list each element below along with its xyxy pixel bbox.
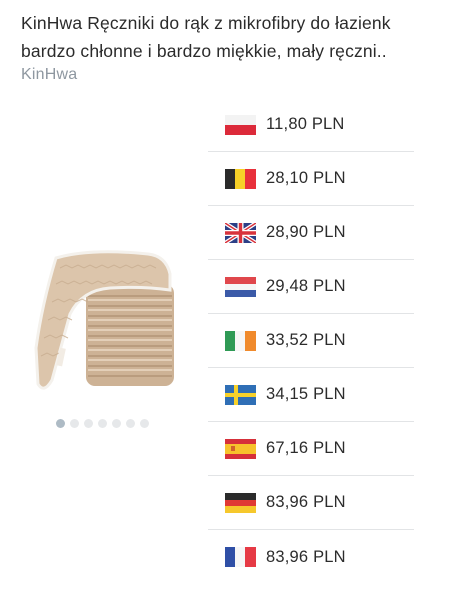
- brand-name[interactable]: KinHwa: [21, 66, 77, 84]
- price-row-ireland[interactable]: 33,52 PLN: [208, 314, 414, 368]
- netherlands-flag-icon: [225, 276, 256, 297]
- towel-stack-image: [34, 250, 174, 390]
- price-value: 28,90 PLN: [266, 223, 346, 241]
- france-flag-icon: [225, 547, 256, 567]
- carousel-dot-5[interactable]: [112, 419, 121, 428]
- price-row-belgium[interactable]: 28,10 PLN: [208, 152, 414, 206]
- price-row-sweden[interactable]: 34,15 PLN: [208, 368, 414, 422]
- carousel-dot-2[interactable]: [70, 419, 79, 428]
- carousel-dot-7[interactable]: [140, 419, 149, 428]
- ireland-flag-icon: [225, 330, 256, 351]
- image-carousel-dots[interactable]: [56, 419, 149, 428]
- price-value: 34,15 PLN: [266, 385, 346, 403]
- germany-flag-icon: [225, 492, 256, 513]
- product-title-line-1: KinHwa Ręczniki do rąk z mikrofibry do ł…: [21, 13, 391, 33]
- price-value: 28,10 PLN: [266, 169, 346, 187]
- carousel-dot-4[interactable]: [98, 419, 107, 428]
- price-row-netherlands[interactable]: 29,48 PLN: [208, 260, 414, 314]
- uk-flag-icon: [225, 222, 256, 243]
- price-value: 33,52 PLN: [266, 331, 346, 349]
- spain-flag-icon: [225, 438, 256, 459]
- carousel-dot-3[interactable]: [84, 419, 93, 428]
- product-title[interactable]: KinHwa Ręczniki do rąk z mikrofibry do ł…: [21, 9, 421, 65]
- price-comparison-list: 11,80 PLN 28,10 PLN 28,90 PLN 29,48 PLN …: [208, 98, 414, 584]
- price-row-germany[interactable]: 83,96 PLN: [208, 476, 414, 530]
- sweden-flag-icon: [225, 384, 256, 405]
- price-value: 29,48 PLN: [266, 277, 346, 295]
- price-row-poland[interactable]: 11,80 PLN: [208, 98, 414, 152]
- price-value: 67,16 PLN: [266, 439, 346, 457]
- price-value: 11,80 PLN: [266, 115, 345, 133]
- carousel-dot-1[interactable]: [56, 419, 65, 428]
- belgium-flag-icon: [225, 168, 256, 189]
- price-row-uk[interactable]: 28,90 PLN: [208, 206, 414, 260]
- price-row-spain[interactable]: 67,16 PLN: [208, 422, 414, 476]
- carousel-dot-6[interactable]: [126, 419, 135, 428]
- poland-flag-icon: [225, 114, 256, 135]
- price-value: 83,96 PLN: [266, 547, 346, 566]
- product-image[interactable]: [30, 244, 178, 404]
- price-row-france[interactable]: 83,96 PLN: [208, 530, 414, 584]
- product-title-line-2: bardzo chłonne i bardzo miękkie, mały rę…: [21, 41, 387, 61]
- price-value: 83,96 PLN: [266, 493, 346, 511]
